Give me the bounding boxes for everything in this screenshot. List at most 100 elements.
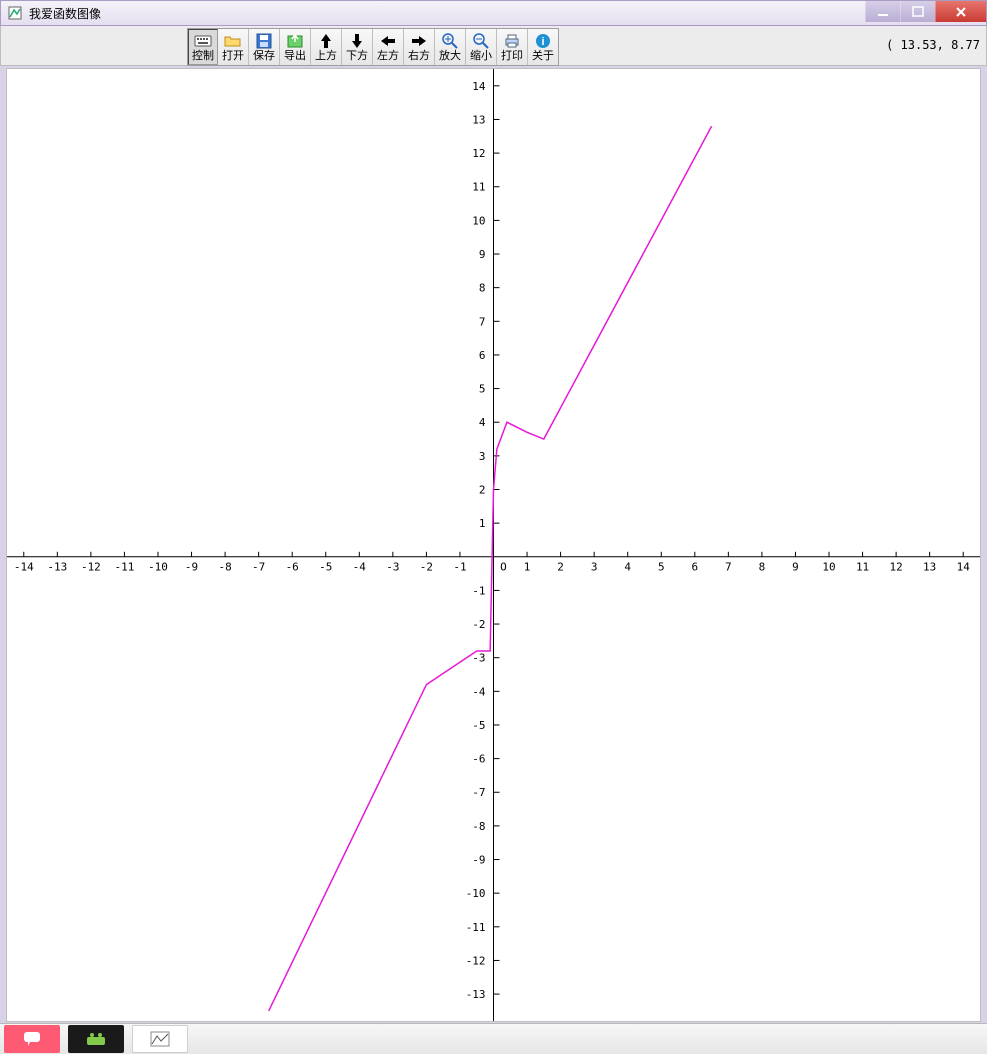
toolbar-left-button[interactable]: 左方: [373, 29, 404, 65]
svg-text:-2: -2: [420, 561, 433, 574]
taskbar-app-1[interactable]: [4, 1025, 60, 1053]
svg-text:-4: -4: [472, 685, 486, 698]
toolbar-right-button[interactable]: 右方: [404, 29, 435, 65]
svg-text:5: 5: [658, 561, 665, 574]
svg-text:3: 3: [479, 450, 486, 463]
toolbar-label: 右方: [408, 51, 430, 62]
svg-text:-9: -9: [472, 854, 485, 867]
maximize-button[interactable]: [900, 1, 935, 22]
svg-text:2: 2: [557, 561, 564, 574]
svg-text:-3: -3: [472, 652, 485, 665]
svg-text:9: 9: [792, 561, 799, 574]
toolbar-label: 上方: [315, 51, 337, 62]
svg-text:-10: -10: [148, 561, 168, 574]
svg-text:-13: -13: [47, 561, 67, 574]
svg-text:6: 6: [479, 349, 486, 362]
svg-text:7: 7: [725, 561, 732, 574]
plot-area[interactable]: -14-13-12-11-10-9-8-7-6-5-4-3-2-11234567…: [6, 68, 981, 1022]
android-icon: [84, 1031, 108, 1047]
svg-text:1: 1: [479, 517, 486, 530]
toolbar-about-button[interactable]: i 关于: [528, 29, 558, 65]
toolbar-label: 导出: [284, 51, 306, 62]
svg-text:12: 12: [472, 147, 485, 160]
svg-text:-5: -5: [319, 561, 332, 574]
toolbar-label: 缩小: [470, 51, 492, 62]
toolbar-area: 控制 打开 保存 导出 上方 下方: [0, 26, 987, 66]
window-title: 我爱函数图像: [29, 5, 101, 22]
taskbar-app-2[interactable]: [68, 1025, 124, 1053]
toolbar-label: 下方: [346, 51, 368, 62]
svg-text:-8: -8: [218, 561, 231, 574]
toolbar-down-button[interactable]: 下方: [342, 29, 373, 65]
toolbar-zoomout-button[interactable]: 缩小: [466, 29, 497, 65]
svg-text:8: 8: [759, 561, 766, 574]
toolbar-label: 关于: [532, 51, 554, 62]
maximize-icon: [912, 6, 924, 18]
svg-text:1: 1: [524, 561, 531, 574]
svg-text:10: 10: [472, 214, 485, 227]
close-icon: [954, 6, 968, 18]
zoom-in-icon: [441, 33, 459, 49]
info-icon: i: [534, 33, 552, 49]
svg-text:9: 9: [479, 248, 486, 261]
svg-text:-11: -11: [115, 561, 135, 574]
toolbar-zoomin-button[interactable]: 放大: [435, 29, 466, 65]
chat-icon: [22, 1030, 42, 1048]
svg-text:-7: -7: [472, 786, 485, 799]
svg-text:4: 4: [624, 561, 631, 574]
export-icon: [286, 33, 304, 49]
svg-text:11: 11: [856, 561, 869, 574]
svg-text:i: i: [541, 36, 544, 48]
svg-text:14: 14: [472, 80, 486, 93]
floppy-icon: [255, 33, 273, 49]
toolbar-export-button[interactable]: 导出: [280, 29, 311, 65]
minimize-icon: [877, 6, 889, 18]
close-button[interactable]: [935, 1, 986, 22]
svg-text:-1: -1: [453, 561, 466, 574]
svg-text:14: 14: [957, 561, 971, 574]
svg-text:-1: -1: [472, 584, 485, 597]
svg-text:13: 13: [472, 113, 485, 126]
minimize-button[interactable]: [865, 1, 900, 22]
svg-text:2: 2: [479, 483, 486, 496]
svg-text:-2: -2: [472, 618, 485, 631]
toolbar-print-button[interactable]: 打印: [497, 29, 528, 65]
svg-text:-7: -7: [252, 561, 265, 574]
svg-text:7: 7: [479, 315, 486, 328]
toolbar-label: 打印: [501, 51, 523, 62]
zoom-out-icon: [472, 33, 490, 49]
toolbar-control-button[interactable]: 控制: [188, 29, 218, 65]
window-buttons: [865, 1, 986, 22]
cursor-coordinates: ( 13.53, 8.77: [886, 38, 980, 52]
svg-text:6: 6: [692, 561, 699, 574]
toolbar-up-button[interactable]: 上方: [311, 29, 342, 65]
svg-text:-14: -14: [14, 561, 34, 574]
arrow-left-icon: [379, 33, 397, 49]
svg-text:-6: -6: [286, 561, 299, 574]
svg-text:-3: -3: [386, 561, 399, 574]
toolbar-label: 保存: [253, 51, 275, 62]
arrow-down-icon: [348, 33, 366, 49]
toolbar-label: 打开: [222, 51, 244, 62]
svg-text:10: 10: [822, 561, 835, 574]
svg-text:-10: -10: [466, 887, 486, 900]
app-icon: [7, 5, 23, 21]
svg-text:13: 13: [923, 561, 936, 574]
svg-text:3: 3: [591, 561, 598, 574]
svg-text:O: O: [500, 561, 507, 574]
svg-text:-13: -13: [466, 988, 486, 1001]
plot-canvas: -14-13-12-11-10-9-8-7-6-5-4-3-2-11234567…: [7, 69, 980, 1021]
svg-text:-11: -11: [466, 921, 486, 934]
arrow-right-icon: [410, 33, 428, 49]
toolbar-label: 左方: [377, 51, 399, 62]
svg-text:-9: -9: [185, 561, 198, 574]
keyboard-icon: [194, 33, 212, 49]
svg-text:-6: -6: [472, 753, 485, 766]
chart-icon: [150, 1031, 170, 1047]
svg-text:5: 5: [479, 383, 486, 396]
toolbar-label: 放大: [439, 51, 461, 62]
taskbar-app-3[interactable]: [132, 1025, 188, 1053]
toolbar-open-button[interactable]: 打开: [218, 29, 249, 65]
toolbar-save-button[interactable]: 保存: [249, 29, 280, 65]
title-bar[interactable]: 我爱函数图像: [0, 0, 987, 26]
